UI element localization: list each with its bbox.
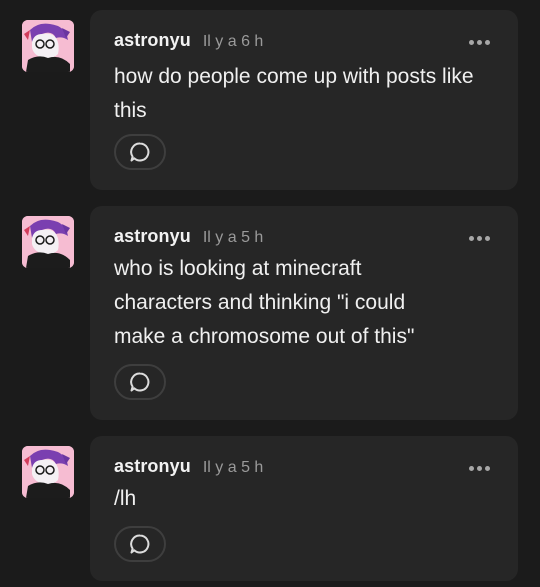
comment-text: how do people come up with posts like th… xyxy=(114,65,474,122)
reply-button[interactable] xyxy=(114,134,166,170)
reply-button[interactable] xyxy=(114,526,166,562)
user-avatar[interactable] xyxy=(22,216,74,268)
speech-bubble-icon xyxy=(130,142,150,162)
comment-header: astronyu Il y a 5 h xyxy=(114,226,263,250)
comment-card: astronyu Il y a 5 h /lh xyxy=(90,436,518,581)
author-name[interactable]: astronyu xyxy=(114,226,191,247)
speech-bubble-icon xyxy=(130,534,150,554)
comment-card: astronyu Il y a 6 h how do people come u… xyxy=(90,10,518,190)
comment-text: who is looking at minecraft characters a… xyxy=(114,257,415,348)
timestamp: Il y a 5 h xyxy=(202,459,264,476)
more-dots-icon[interactable] xyxy=(469,40,490,45)
comment-text: /lh xyxy=(114,487,137,510)
speech-bubble-icon xyxy=(130,372,150,392)
user-avatar[interactable] xyxy=(22,446,74,498)
timestamp: Il y a 6 h xyxy=(202,33,264,50)
comment-header: astronyu Il y a 6 h xyxy=(114,30,263,54)
more-dots-icon[interactable] xyxy=(469,466,490,471)
comment-card: astronyu Il y a 5 h who is looking at mi… xyxy=(90,206,518,420)
author-name[interactable]: astronyu xyxy=(114,456,191,477)
comment-header: astronyu Il y a 5 h xyxy=(114,456,263,480)
more-dots-icon[interactable] xyxy=(469,236,490,241)
user-avatar[interactable] xyxy=(22,20,74,72)
author-name[interactable]: astronyu xyxy=(114,30,191,51)
timestamp: Il y a 5 h xyxy=(202,229,264,246)
reply-button[interactable] xyxy=(114,364,166,400)
